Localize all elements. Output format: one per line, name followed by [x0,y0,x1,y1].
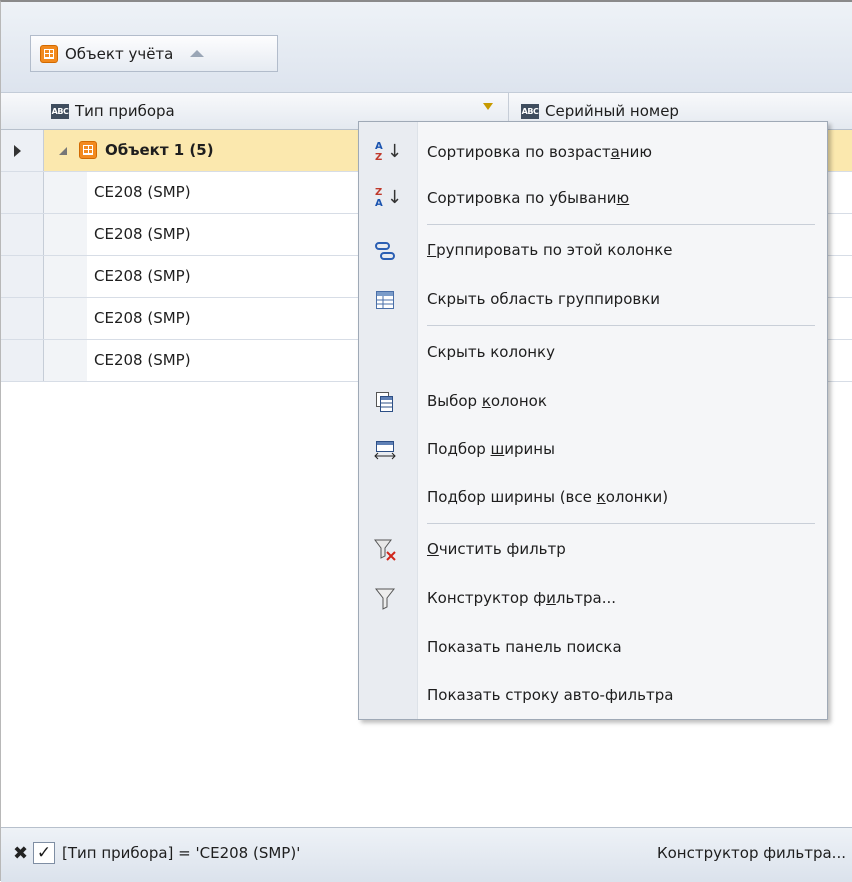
menu-label: руппировать по этой колонке [436,241,673,259]
column-header-label: Тип прибора [75,102,175,120]
row-indent [44,298,87,339]
menu-item-group-by-column[interactable]: Группировать по этой колонке [359,228,827,274]
row-indicator[interactable] [1,172,44,213]
menu-item-hide-group-panel[interactable]: Скрыть область группировки [359,277,827,323]
sort-descending-icon: Z A ↓ [375,187,403,209]
menu-label: чистить фильтр [438,540,566,558]
group-chip-object[interactable]: Объект учёта [30,35,278,72]
menu-accel-key: Г [427,241,437,259]
menu-accel-key: а [610,143,620,161]
row-indicator[interactable] [1,130,44,171]
menu-label: Сортировка по возраст [427,143,611,161]
menu-label: Показать строку авто-фильтра [427,686,674,704]
group-chip-label: Объект учёта [65,44,174,63]
menu-item-filter-editor[interactable]: Конструктор фильтра... [359,576,827,622]
menu-label: нию [619,143,653,161]
menu-label: Сортировка по убывани [427,189,617,207]
menu-accel-key: О [427,540,439,558]
menu-label: Подбор ширины (все [427,488,597,506]
menu-label: Скрыть колонку [427,343,555,361]
row-indicator[interactable] [1,298,44,339]
filter-editor-link[interactable]: Конструктор фильтра... [657,844,846,862]
menu-item-show-auto-filter-row[interactable]: Показать строку авто-фильтра [359,673,827,719]
filter-icon [372,587,398,611]
menu-label: Конструктор ф [427,589,547,607]
column-chooser-icon [372,390,398,414]
column-context-menu: A Z ↓ Сортировка по возрастанию Z A ↓ Сортир… [358,121,828,720]
column-header-label: Серийный номер [545,102,679,120]
filter-expression[interactable]: [Тип прибора] = 'CE208 (SMP)' [62,844,300,862]
menu-label: Подбор [427,440,491,458]
row-indent [44,340,87,381]
device-type-cell[interactable]: CE208 (SMP) [94,183,191,201]
menu-item-sort-ascending[interactable]: A Z ↓ Сортировка по возрастанию [359,130,827,176]
menu-accel-key: и [546,589,556,607]
group-row-label: Объект 1 (5) [105,141,214,159]
best-fit-icon [372,438,398,462]
menu-label: Скрыть область группировки [427,290,661,308]
row-indicator[interactable] [1,256,44,297]
row-indicator[interactable] [1,214,44,255]
menu-item-best-fit[interactable]: Подбор ширины [359,427,827,473]
menu-separator [427,325,815,326]
menu-accel-key: ю [616,189,630,207]
menu-accel-key: к [596,488,606,506]
group-panel: Объект учёта [1,2,852,93]
row-indent [44,172,87,213]
clear-filter-close-icon[interactable]: ✖ [13,843,28,864]
filter-panel: ✖ ✓ [Тип прибора] = 'CE208 (SMP)' Констр… [1,827,852,882]
menu-label: ирины [504,440,555,458]
row-indent [44,256,87,297]
menu-label: Выбор [427,392,482,410]
menu-item-clear-filter[interactable]: Очистить фильтр [359,527,827,573]
menu-label: олонок [490,392,547,410]
current-row-pointer-icon [14,145,21,157]
menu-item-sort-descending[interactable]: Z A ↓ Сортировка по убыванию [359,176,827,222]
menu-accel-key: к [481,392,491,410]
text-column-icon: ABC [51,103,69,119]
menu-label: олонки) [605,488,669,506]
menu-item-show-find-panel[interactable]: Показать панель поиска [359,625,827,671]
column-header-serial-number[interactable]: ABC Серийный номер [521,102,679,120]
group-panel-icon [372,288,398,312]
sort-ascending-icon: A Z ↓ [375,141,403,163]
device-type-cell[interactable]: CE208 (SMP) [94,309,191,327]
menu-label: Показать панель поиска [427,638,622,656]
collapse-arrow-icon[interactable] [59,147,67,155]
menu-item-hide-column[interactable]: Скрыть колонку [359,330,827,376]
filter-enable-checkbox[interactable]: ✓ [33,842,55,864]
row-indicator[interactable] [1,340,44,381]
clear-filter-icon [372,538,398,562]
menu-separator [427,224,815,225]
menu-accel-key: ш [490,440,505,458]
table-icon [40,44,58,63]
table-icon [79,141,97,159]
filter-active-icon[interactable] [483,103,493,110]
text-column-icon: ABC [521,103,539,119]
device-type-cell[interactable]: CE208 (SMP) [94,225,191,243]
row-indent [44,214,87,255]
menu-separator [427,523,815,524]
device-type-cell[interactable]: CE208 (SMP) [94,267,191,285]
sort-ascending-indicator-icon [190,50,205,57]
menu-label: льтра... [555,589,617,607]
menu-item-best-fit-all-columns[interactable]: Подбор ширины (все колонки) [359,475,827,521]
menu-item-column-chooser[interactable]: Выбор колонок [359,379,827,425]
group-by-icon [372,239,398,263]
device-type-cell[interactable]: CE208 (SMP) [94,351,191,369]
